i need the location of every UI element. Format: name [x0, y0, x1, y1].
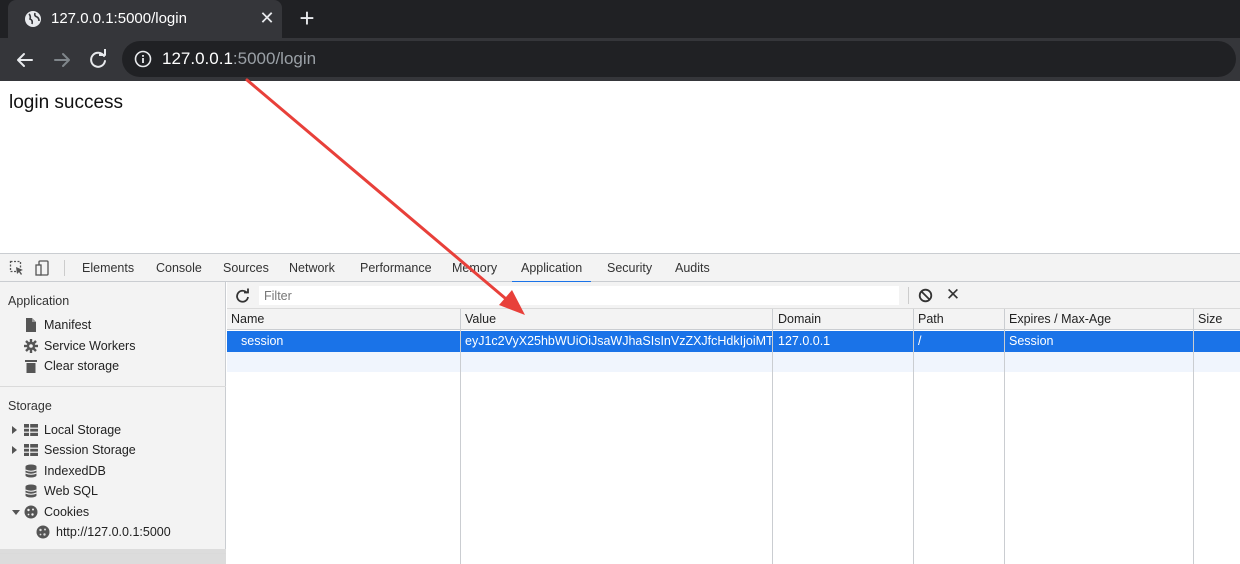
- column-divider[interactable]: [913, 309, 914, 564]
- sidebar-header-application: Application: [8, 294, 70, 308]
- page-message: login success: [9, 92, 124, 113]
- tab-console[interactable]: Console: [156, 254, 202, 282]
- cookies-toolbar: ✕: [227, 282, 1240, 309]
- url-host: 127.0.0.1: [162, 49, 233, 68]
- reload-icon[interactable]: [85, 47, 111, 73]
- column-divider[interactable]: [1193, 309, 1194, 564]
- cookies-table: Name Value Domain Path Expires / Max-Age…: [227, 309, 1240, 564]
- tab-sources[interactable]: Sources: [223, 254, 269, 282]
- sidebar-item-label: Manifest: [44, 318, 92, 332]
- cookies-panel: ✕ Name Value Domain Path Expires / Max-A…: [227, 282, 1240, 564]
- tab-memory[interactable]: Memory: [452, 254, 497, 282]
- sidebar-item-cookie-origin-selected[interactable]: [0, 549, 226, 564]
- grid-icon: [24, 424, 38, 436]
- browser-tab[interactable]: 127.0.0.1:5000/login ✕: [8, 0, 282, 38]
- document-icon: [26, 318, 36, 332]
- collapse-triangle-icon[interactable]: [12, 510, 20, 515]
- address-bar[interactable]: 127.0.0.1:5000/login: [122, 41, 1236, 77]
- device-toolbar-icon[interactable]: [35, 260, 51, 276]
- sidebar-header-storage: Storage: [8, 399, 52, 413]
- application-sidebar: Application Manifest Service Workers Cle…: [0, 282, 226, 564]
- tab-audits[interactable]: Audits: [675, 254, 710, 282]
- globe-icon: [25, 11, 41, 27]
- tab-title: 127.0.0.1:5000/login: [51, 10, 187, 27]
- cookie-icon: [24, 505, 38, 519]
- toolbar-divider: [908, 287, 909, 304]
- database-icon: [25, 464, 37, 478]
- sidebar-item-label: Cookies: [44, 505, 90, 519]
- grid-icon: [24, 444, 38, 456]
- forward-arrow-icon[interactable]: [49, 47, 75, 73]
- tab-performance[interactable]: Performance: [360, 254, 432, 282]
- refresh-icon[interactable]: [235, 288, 250, 303]
- sidebar-item-label: Session Storage: [44, 443, 136, 457]
- cookie-path-cell[interactable]: /: [914, 331, 1003, 352]
- url-path: :5000/login: [232, 49, 317, 68]
- filter-input[interactable]: [259, 286, 899, 305]
- tab-network[interactable]: Network: [289, 254, 335, 282]
- devtools-panel: Elements Console Sources Network Perform…: [0, 253, 1240, 564]
- expand-triangle-icon[interactable]: [12, 446, 17, 454]
- tab-application[interactable]: Application: [511, 254, 592, 283]
- column-header-domain[interactable]: Domain: [774, 309, 821, 330]
- sidebar-divider: [0, 386, 226, 387]
- cookie-value-cell[interactable]: eyJ1c2VyX25hbWUiOiJsaWJhaSIsInVzZXJfcHdk…: [461, 331, 772, 352]
- gear-icon: [24, 339, 38, 353]
- column-divider[interactable]: [460, 309, 461, 564]
- delete-icon[interactable]: ✕: [944, 286, 962, 304]
- column-header-path[interactable]: Path: [914, 309, 944, 330]
- info-icon[interactable]: [134, 50, 152, 68]
- column-divider[interactable]: [1004, 309, 1005, 564]
- sidebar-item-label: IndexedDB: [44, 464, 106, 478]
- close-tab-icon[interactable]: ✕: [257, 7, 277, 29]
- devtools-tab-bar: Elements Console Sources Network Perform…: [0, 254, 1240, 283]
- new-tab-icon[interactable]: +: [294, 5, 320, 31]
- inspect-element-icon[interactable]: [9, 260, 25, 276]
- expand-triangle-icon[interactable]: [12, 426, 17, 434]
- table-row-empty[interactable]: [227, 352, 1240, 372]
- block-icon[interactable]: [918, 288, 933, 303]
- tab-strip: 127.0.0.1:5000/login ✕ +: [0, 0, 1240, 38]
- sidebar-item-label: Web SQL: [44, 484, 98, 498]
- cookie-name-cell[interactable]: session: [237, 331, 457, 352]
- column-header-name[interactable]: Name: [227, 309, 264, 330]
- sidebar-item-label: Clear storage: [44, 359, 120, 373]
- back-arrow-icon[interactable]: [12, 47, 38, 73]
- cookie-icon: [36, 525, 50, 539]
- sidebar-divider: [0, 553, 226, 554]
- url-text[interactable]: 127.0.0.1:5000/login: [162, 49, 316, 69]
- cookie-size-cell[interactable]: [1194, 331, 1240, 352]
- sidebar-item-label: http://127.0.0.1:5000: [56, 525, 171, 539]
- browser-toolbar: 127.0.0.1:5000/login: [0, 38, 1240, 81]
- column-divider[interactable]: [772, 309, 773, 564]
- cookie-domain-cell[interactable]: 127.0.0.1: [774, 331, 912, 352]
- sidebar-item-label: Local Storage: [44, 423, 122, 437]
- cookie-expires-cell[interactable]: Session: [1005, 331, 1192, 352]
- toolbar-divider: [64, 260, 65, 276]
- database-icon: [25, 484, 37, 498]
- column-header-value[interactable]: Value: [461, 309, 496, 330]
- sidebar-item-label: Service Workers: [44, 339, 136, 353]
- tab-elements[interactable]: Elements: [82, 254, 134, 282]
- table-header: Name Value Domain Path Expires / Max-Age…: [227, 309, 1240, 330]
- column-header-size[interactable]: Size: [1194, 309, 1222, 330]
- trash-icon: [25, 360, 37, 373]
- tab-security[interactable]: Security: [607, 254, 652, 282]
- column-header-expires[interactable]: Expires / Max-Age: [1005, 309, 1111, 330]
